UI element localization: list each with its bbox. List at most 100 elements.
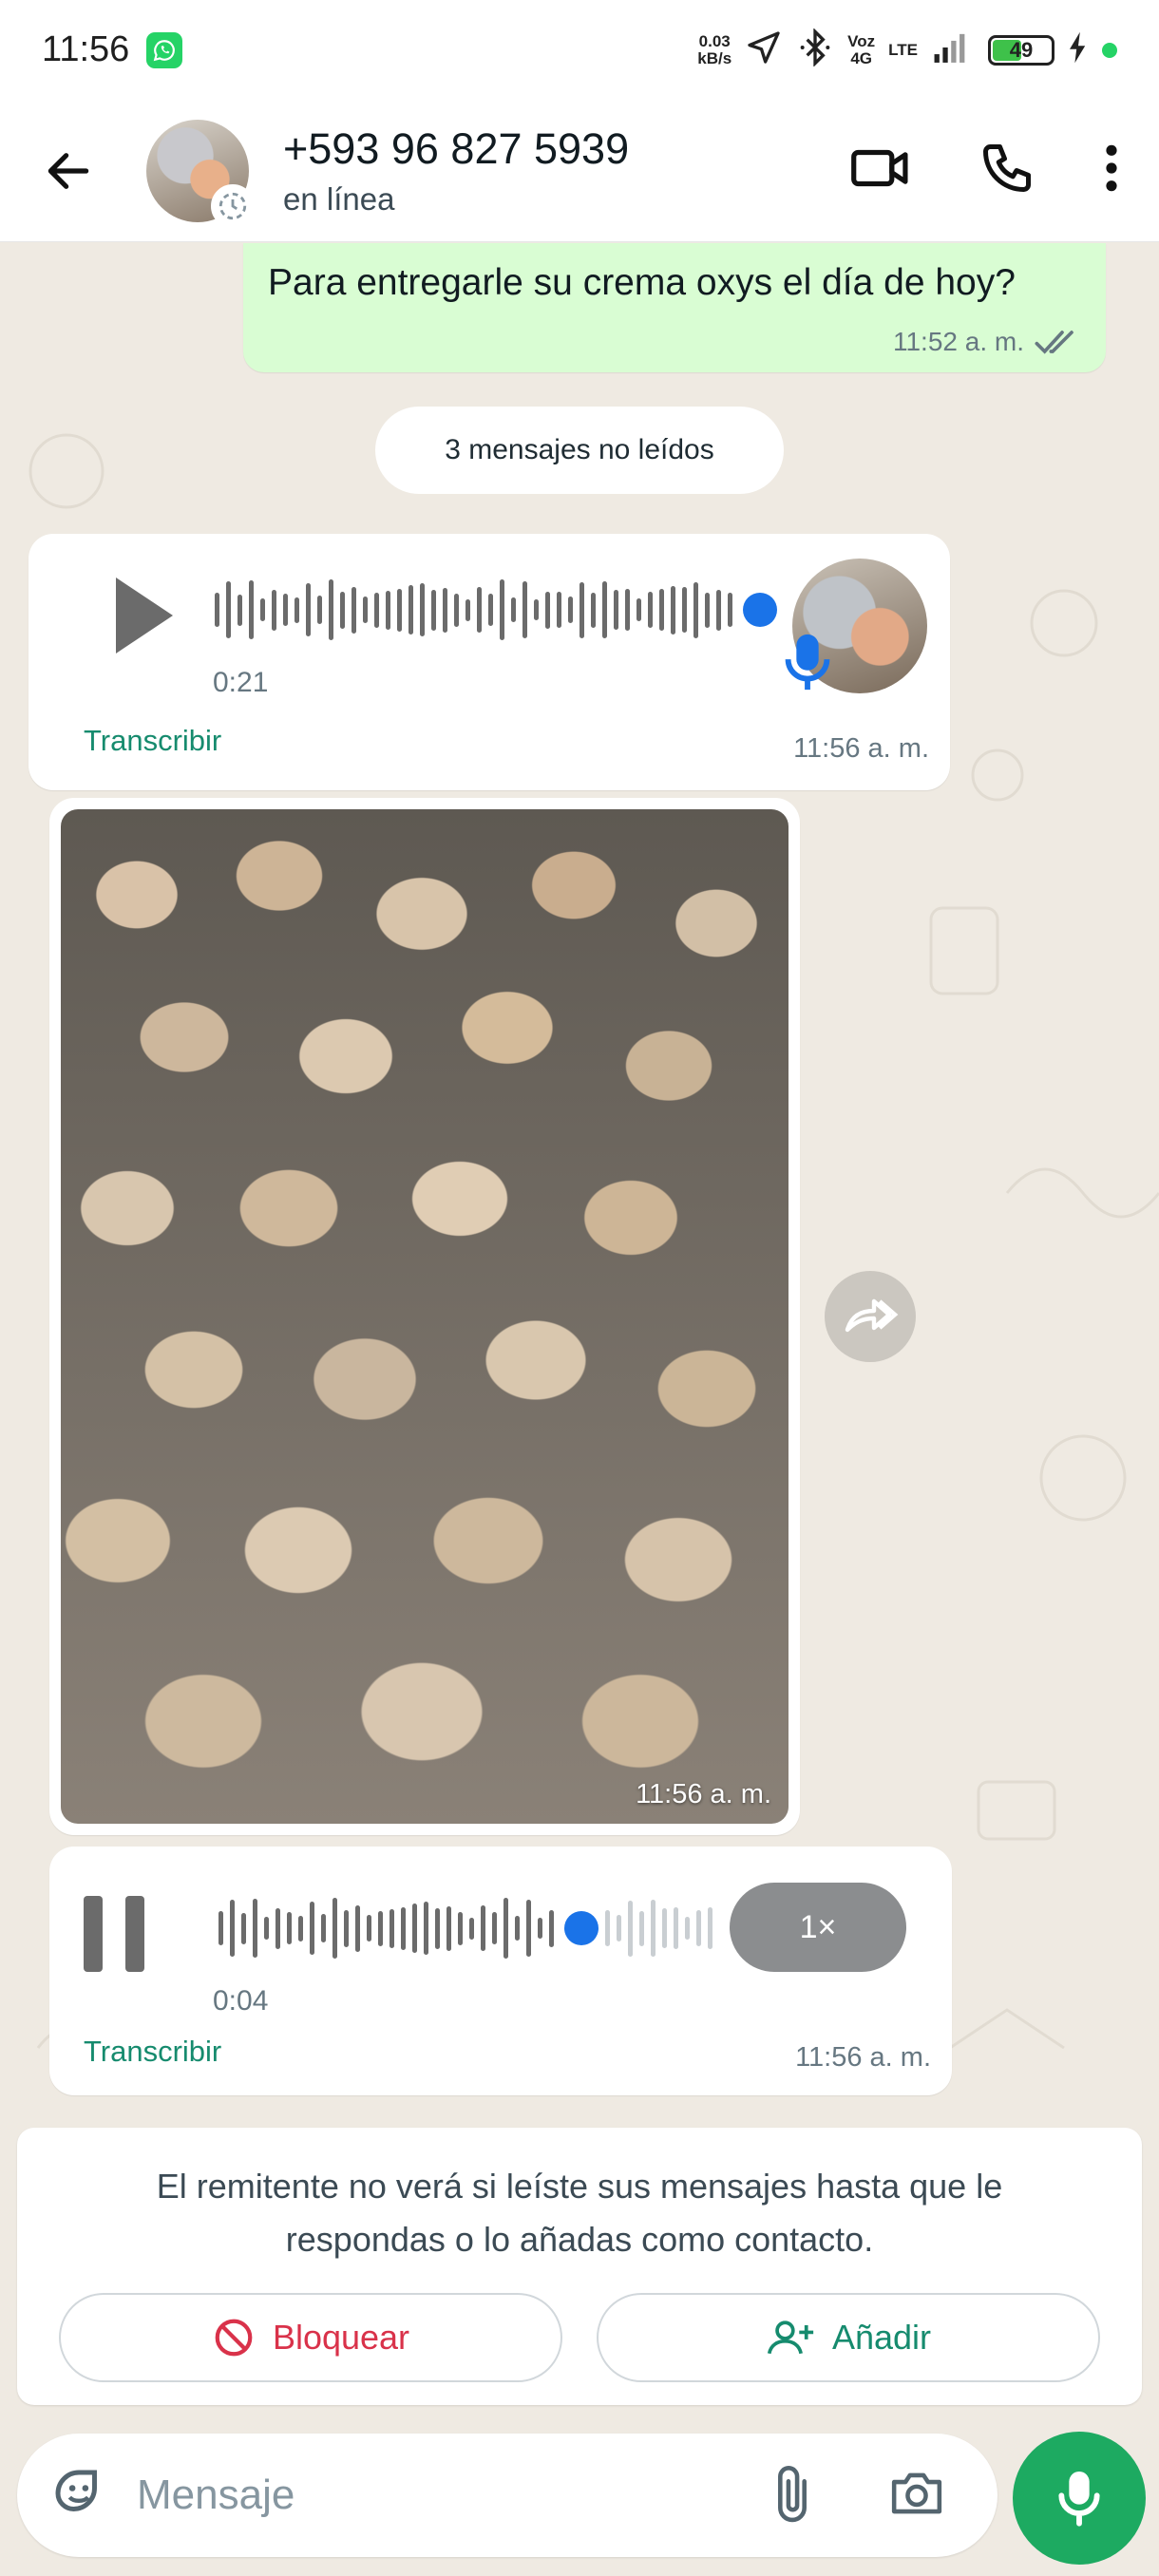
sticker-icon[interactable]: [48, 2462, 110, 2529]
signal-icon: [931, 30, 975, 69]
outgoing-message[interactable]: Para entregarle su crema oxys el día de …: [243, 243, 1106, 372]
waveform-bar: [435, 1907, 440, 1949]
waveform-bar: [390, 1908, 394, 1948]
waveform-bar: [591, 592, 596, 628]
status-indicators: 0.03 kB/s Voz 4G LTE 49: [697, 28, 1117, 71]
playback-speed-button[interactable]: 1×: [730, 1883, 906, 1972]
waveform-bar: [355, 1904, 360, 1952]
message-input[interactable]: Mensaje: [137, 2472, 766, 2519]
waveform-bar: [694, 581, 698, 638]
block-button[interactable]: Bloquear: [59, 2293, 562, 2382]
forward-button[interactable]: [825, 1271, 916, 1362]
whatsapp-icon: [146, 31, 183, 68]
camera-icon[interactable]: [887, 2467, 946, 2525]
battery-icon: 49: [988, 34, 1054, 66]
status-ring-icon: [211, 183, 255, 228]
voice-waveform-playing[interactable]: [218, 1890, 712, 1966]
mic-icon: [1058, 2472, 1100, 2527]
waveform-bar: [545, 591, 550, 629]
block-icon: [215, 2319, 253, 2357]
contact-info[interactable]: +593 96 827 5939 en línea: [283, 124, 629, 218]
back-arrow-icon: [48, 152, 89, 189]
contact-avatar[interactable]: [146, 119, 255, 228]
waveform-bar: [625, 589, 630, 631]
waveform-bar: [481, 1905, 485, 1951]
waveform-bar: [614, 590, 618, 630]
charging-icon: [1068, 30, 1089, 69]
melons-photo[interactable]: 11:56 a. m.: [61, 809, 788, 1824]
waveform-bar: [511, 597, 516, 622]
waveform-bar: [230, 1900, 235, 1957]
waveform-bar: [526, 1900, 531, 1957]
waveform-bar: [648, 592, 653, 628]
play-icon[interactable]: [104, 570, 180, 661]
waveform-bar: [454, 593, 459, 627]
voice-duration: 0:04: [213, 1985, 269, 2017]
waveform-bar: [628, 1900, 633, 1957]
unread-messages-divider: 3 mensajes no leídos: [375, 407, 784, 494]
battery-level: 49: [1009, 37, 1034, 62]
waveform-bar: [708, 1907, 712, 1949]
attach-icon[interactable]: [766, 2462, 819, 2529]
waveform-bar: [294, 597, 299, 623]
add-contact-button[interactable]: Añadir: [597, 2293, 1100, 2382]
mic-icon: [785, 634, 830, 691]
waveform-bar: [671, 585, 675, 635]
waveform-bar: [264, 1917, 269, 1940]
double-check-icon: [1035, 331, 1074, 354]
privacy-dot: [1102, 42, 1117, 58]
more-vert-icon[interactable]: [1102, 142, 1121, 199]
bluetooth-icon: [796, 28, 834, 71]
waveform-bar: [659, 589, 664, 631]
voice-message[interactable]: 0:21 Transcribir 11:56 a. m.: [28, 534, 950, 790]
message-composer[interactable]: Mensaje: [17, 2434, 998, 2557]
waveform-bar: [431, 589, 436, 631]
chat-header: +593 96 827 5939 en línea: [0, 100, 1159, 242]
video-call-icon[interactable]: [849, 142, 912, 199]
waveform-bar: [682, 587, 687, 633]
waveform-bar: [617, 1915, 621, 1941]
waveform-bar: [332, 1898, 337, 1959]
transcribe-link[interactable]: Transcribir: [84, 724, 221, 758]
image-message[interactable]: 11:56 a. m.: [49, 798, 800, 1835]
voice-time: 11:56 a. m.: [793, 733, 929, 764]
waveform-bar: [310, 1902, 314, 1955]
waveform-bar: [466, 598, 470, 621]
waveform-bar: [549, 1909, 554, 1947]
waveform-bar: [374, 592, 379, 628]
waveform-bar: [412, 1904, 417, 1953]
volte-top: Voz: [847, 31, 876, 50]
waveform-bar: [408, 585, 413, 635]
record-voice-button[interactable]: [1013, 2432, 1146, 2565]
chat-area[interactable]: Para entregarle su crema oxys el día de …: [0, 243, 1159, 2428]
voice-waveform[interactable]: [215, 572, 777, 648]
waveform-bar: [317, 596, 322, 624]
playback-position-dot[interactable]: [743, 593, 777, 627]
waveform-bar: [329, 579, 333, 640]
contact-name: +593 96 827 5939: [283, 123, 630, 173]
network-speed-value: 0.03: [698, 31, 731, 50]
waveform-bar: [500, 579, 504, 640]
location-arrow-icon: [745, 28, 783, 71]
pause-icon[interactable]: [76, 1888, 152, 1979]
transcribe-link[interactable]: Transcribir: [84, 2035, 221, 2069]
volte-indicator: Voz 4G: [847, 31, 876, 67]
voice-time: 11:56 a. m.: [795, 2042, 931, 2073]
waveform-bar: [363, 597, 368, 623]
waveform-bar: [728, 593, 732, 627]
waveform-bar: [538, 1918, 542, 1939]
waveform-bar: [469, 1917, 474, 1940]
playback-position-dot[interactable]: [564, 1911, 598, 1945]
voice-message-playing[interactable]: 1× 0:04 Transcribir 11:56 a. m.: [49, 1847, 952, 2095]
phone-icon[interactable]: [978, 140, 1036, 201]
waveform-bar: [344, 1909, 349, 1947]
voice-duration: 0:21: [213, 667, 269, 698]
waveform-bar: [580, 581, 584, 638]
waveform-bar: [458, 1911, 463, 1945]
waveform-bar: [662, 1908, 667, 1948]
waveform-bar: [636, 598, 641, 621]
waveform-bar: [238, 594, 242, 626]
image-time: 11:56 a. m.: [636, 1779, 771, 1809]
back-button[interactable]: [28, 131, 108, 211]
waveform-bar: [298, 1915, 303, 1941]
